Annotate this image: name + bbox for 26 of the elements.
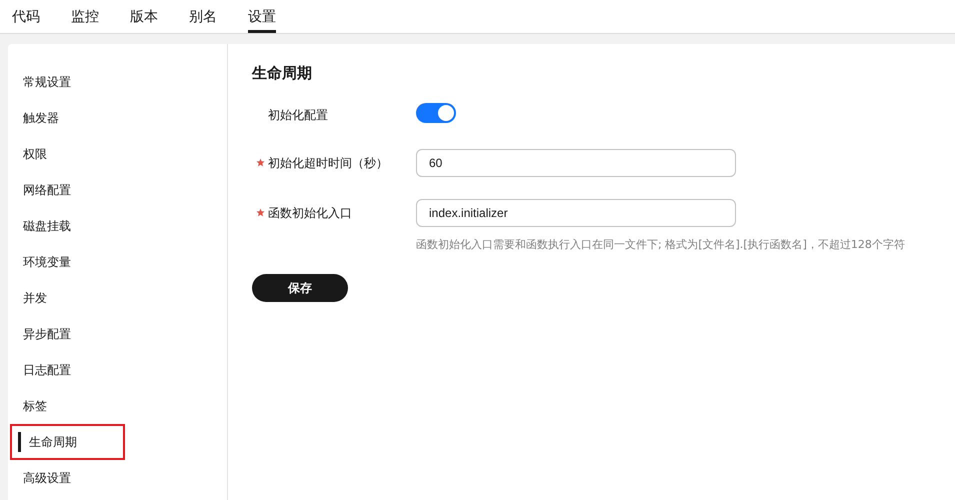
sidebar-item[interactable]: 生命周期 — [18, 432, 77, 452]
save-button[interactable]: 保存 — [252, 274, 348, 302]
sidebar-item[interactable]: 磁盘挂载 — [2, 216, 71, 236]
sidebar-item[interactable]: 日志配置 — [2, 360, 71, 380]
toggle-switch[interactable] — [416, 103, 456, 123]
sidebar-item[interactable]: 并发 — [2, 288, 47, 308]
sidebar-item[interactable]: 常规设置 — [2, 72, 71, 92]
tab[interactable]: 别名 — [189, 0, 217, 33]
sidebar-item[interactable]: 触发器 — [2, 108, 59, 128]
tab[interactable]: 代码 — [12, 0, 40, 33]
sidebar-item[interactable]: 标签 — [2, 396, 47, 416]
sidebar-item[interactable]: 异步配置 — [2, 324, 71, 344]
section-title: 生命周期 — [252, 64, 313, 83]
field-label: 初始化超时时间（秒） — [268, 155, 388, 172]
hint-text: 函数初始化入口需要和函数执行入口在同一文件下; 格式为[文件名].[执行函数名]，不超过128个字符 — [416, 237, 906, 252]
sidebar-item[interactable]: 网络配置 — [2, 180, 71, 200]
tab[interactable]: 版本 — [130, 0, 158, 33]
field-label: 函数初始化入口 — [268, 205, 352, 222]
input-field[interactable]: 60 — [416, 149, 736, 177]
tab[interactable]: 监控 — [71, 0, 99, 33]
field-label: 初始化配置 — [268, 107, 328, 124]
sidebar-item[interactable]: 高级设置 — [2, 468, 71, 488]
tab[interactable]: 设置 — [248, 0, 276, 33]
sidebar-item[interactable]: 环境变量 — [2, 252, 71, 272]
input-field[interactable]: index.initializer — [416, 199, 736, 227]
sidebar-item[interactable]: 权限 — [2, 144, 47, 164]
